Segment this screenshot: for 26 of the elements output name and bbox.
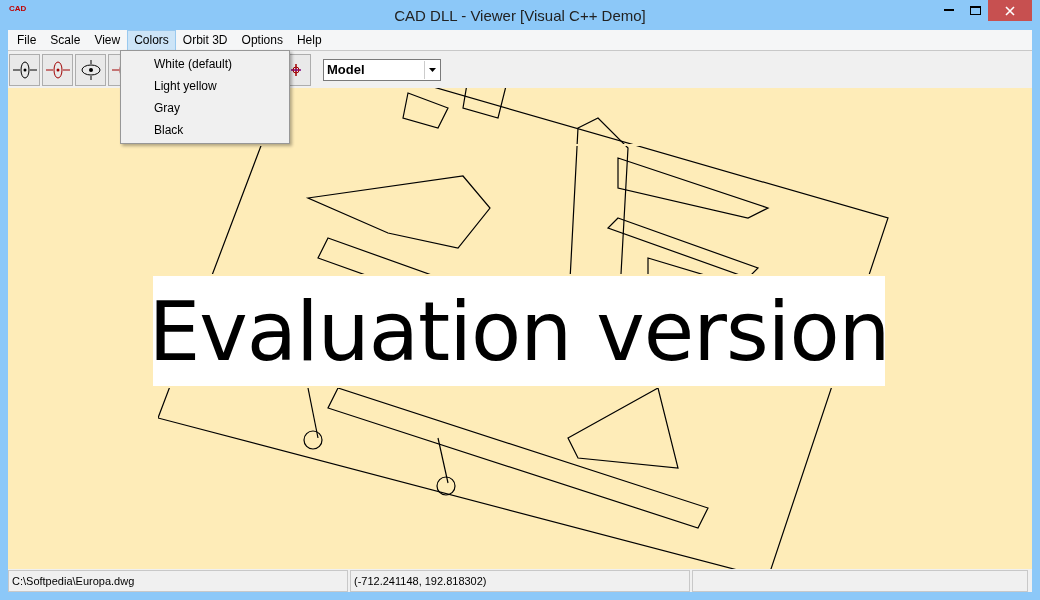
menu-option[interactable]: Light yellow	[121, 75, 289, 97]
status-pane: (-712.241148, 192.818302)	[350, 570, 690, 592]
menu-item[interactable]: File	[10, 29, 44, 51]
menu-item[interactable]: Orbit 3D	[175, 29, 235, 51]
menu-option[interactable]: Black	[121, 119, 289, 141]
dropdown-arrow-icon	[429, 67, 436, 72]
layout-combo[interactable]: Model	[323, 58, 441, 81]
menu-item[interactable]: Colors	[127, 29, 176, 51]
status-pane: C:\Softpedia\Europa.dwg	[8, 570, 348, 592]
menu-item[interactable]: Help	[289, 29, 329, 51]
menu-item[interactable]: View	[87, 29, 128, 51]
minimize-icon	[944, 9, 954, 12]
menu-item[interactable]: Scale	[43, 29, 88, 51]
menu-item[interactable]: Options	[234, 29, 290, 51]
close-icon	[1005, 5, 1015, 16]
window-title: CAD DLL - Viewer [Visual C++ Demo]	[394, 6, 646, 24]
axes-icon	[290, 63, 301, 76]
toolbar-button[interactable]	[75, 53, 106, 86]
toolbar-button[interactable]	[9, 53, 40, 86]
evaluation-banner: Evaluation version	[153, 276, 885, 386]
maximize-icon	[969, 6, 981, 15]
menu-option[interactable]: Gray	[121, 97, 289, 119]
menu-option[interactable]: White (default)	[121, 53, 289, 75]
app-icon: CAD	[9, 5, 27, 13]
eye-icon	[79, 58, 102, 81]
toolbar-button[interactable]	[42, 53, 73, 86]
